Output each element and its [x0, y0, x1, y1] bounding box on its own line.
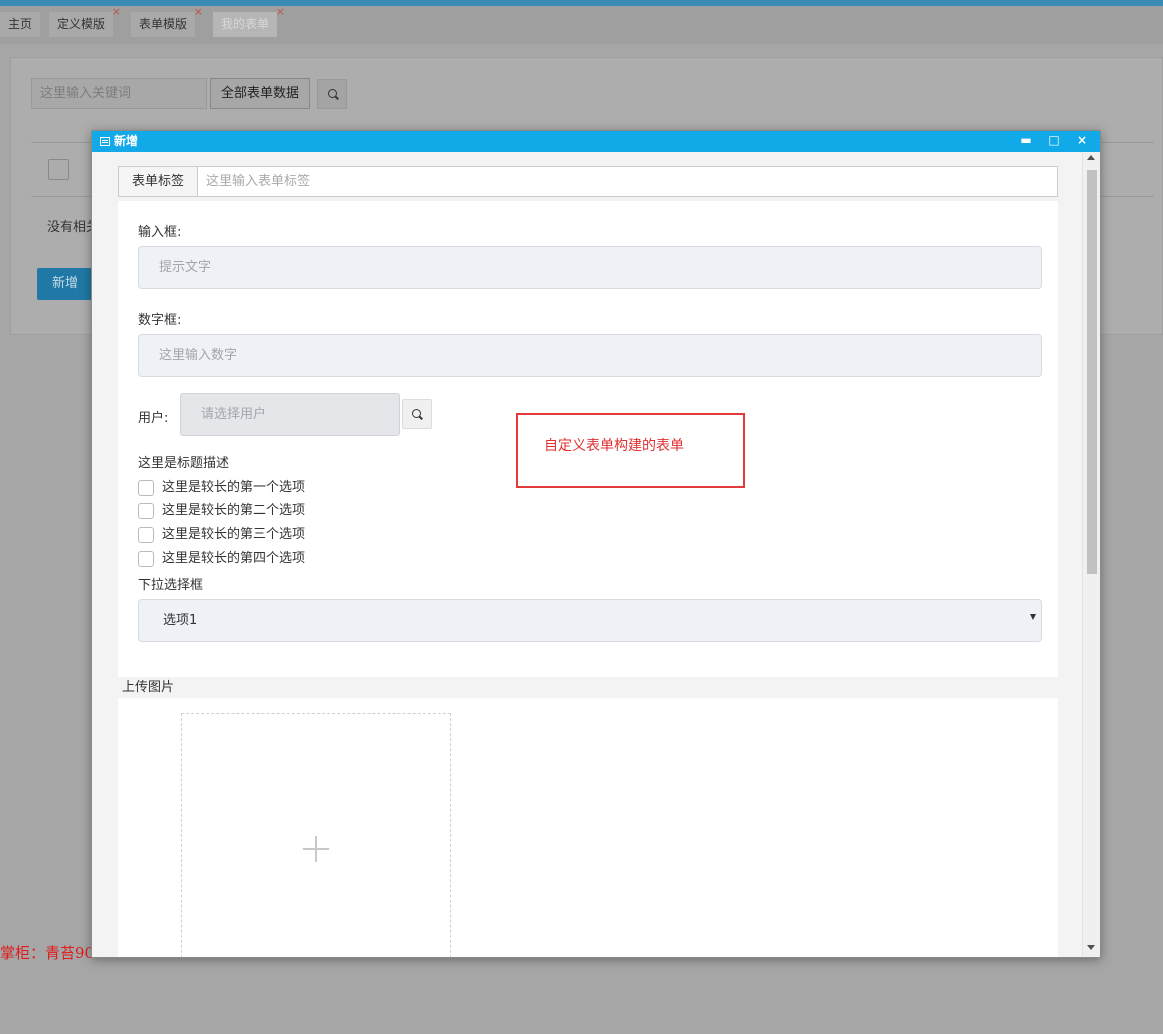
tab-home[interactable]: 主页 — [0, 12, 41, 37]
vertical-scrollbar[interactable] — [1082, 152, 1100, 957]
checkbox[interactable] — [138, 551, 154, 567]
plus-icon — [315, 836, 317, 862]
annotation-box: 自定义表单构建的表单 — [516, 413, 745, 488]
caret-down-icon — [1030, 614, 1036, 620]
upload-section-title: 上传图片 — [118, 677, 1058, 698]
tab-label: 表单模版 — [139, 17, 188, 31]
keyword-search-input[interactable]: 这里输入关键词 — [31, 78, 207, 109]
tab-label: 主页 — [8, 17, 33, 31]
search-button[interactable] — [317, 79, 347, 109]
tab-bar: 主页 定义模版 × 表单模版 × 我的表单 × — [0, 5, 1163, 44]
checkbox-label: 这里是较长的第三个选项 — [162, 527, 306, 542]
annotation-text: 自定义表单构建的表单 — [544, 438, 684, 454]
maximize-icon[interactable]: □ — [1045, 131, 1063, 152]
close-icon[interactable]: × — [112, 5, 121, 19]
checkbox-group-title: 这里是标题描述 — [138, 456, 230, 471]
close-icon[interactable]: × — [1073, 131, 1091, 152]
checkbox-label: 这里是较长的第一个选项 — [162, 480, 306, 495]
checkbox-label: 这里是较长的第四个选项 — [162, 551, 306, 566]
form-label-input[interactable] — [198, 167, 1057, 196]
select-value: 选项1 — [163, 613, 198, 628]
checkbox[interactable] — [138, 503, 154, 519]
text-field-input[interactable] — [138, 246, 1042, 289]
close-icon[interactable]: × — [276, 5, 285, 19]
text-field-label: 输入框: — [138, 225, 182, 240]
upload-area — [118, 698, 1058, 957]
form-label-addon: 表单标签 — [119, 167, 198, 196]
minimize-icon[interactable]: ▬ — [1017, 131, 1035, 152]
scroll-up-arrow-icon[interactable] — [1087, 155, 1095, 160]
add-button[interactable]: 新增 — [37, 268, 93, 300]
checkbox[interactable] — [138, 527, 154, 543]
user-field-label: 用户: — [138, 411, 169, 426]
tab-define-template[interactable]: 定义模版 × — [49, 5, 121, 37]
number-field-input[interactable] — [138, 334, 1042, 377]
number-field-label: 数字框: — [138, 313, 182, 328]
user-search-button[interactable] — [402, 399, 432, 429]
dialog-header: 新增 ▬ □ × — [92, 131, 1100, 152]
user-select-input[interactable] — [180, 393, 400, 436]
search-icon — [412, 409, 421, 418]
select-all-checkbox[interactable] — [48, 159, 69, 180]
search-icon — [327, 89, 337, 98]
select-field-label: 下拉选择框 — [138, 578, 204, 593]
scroll-thumb[interactable] — [1087, 170, 1097, 574]
window-icon — [100, 137, 110, 146]
add-dialog: 新增 ▬ □ × 表单标签 输入框: 数字框: 用户: 这里是标题描述 这里是较… — [91, 130, 1101, 958]
dialog-body: 表单标签 输入框: 数字框: 用户: 这里是标题描述 这里是较长的第一个选项 这… — [92, 152, 1082, 957]
scroll-down-arrow-icon[interactable] — [1087, 945, 1095, 950]
tab-label: 定义模版 — [57, 17, 106, 31]
dialog-title: 新增 — [114, 134, 139, 148]
checkbox-label: 这里是较长的第二个选项 — [162, 503, 306, 518]
form-label-group: 表单标签 — [118, 166, 1058, 197]
tab-my-forms[interactable]: 我的表单 × — [213, 5, 285, 37]
tab-label: 我的表单 — [221, 17, 270, 31]
close-icon[interactable]: × — [194, 5, 203, 19]
all-form-data-button[interactable]: 全部表单数据 — [210, 78, 310, 109]
checkbox[interactable] — [138, 480, 154, 496]
image-upload-dropzone[interactable] — [181, 713, 451, 957]
tab-form-template[interactable]: 表单模版 × — [131, 5, 203, 37]
dropdown-select[interactable]: 选项1 — [138, 599, 1042, 642]
